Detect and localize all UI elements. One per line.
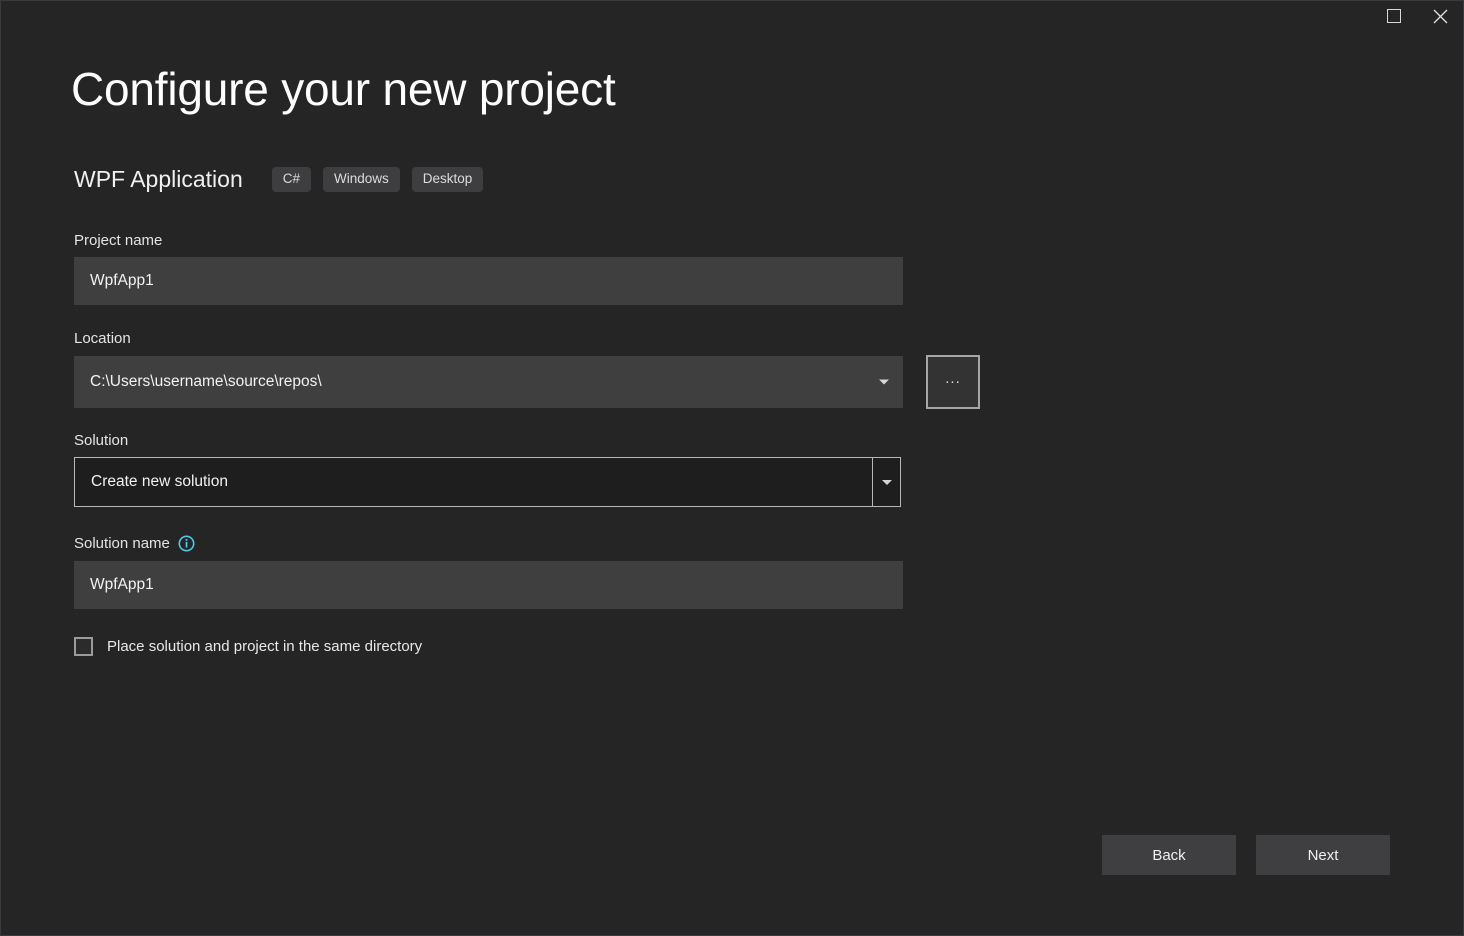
template-name: WPF Application — [74, 168, 243, 191]
chevron-down-icon — [879, 380, 889, 385]
solution-value: Create new solution — [91, 473, 228, 491]
configure-project-dialog: Configure your new project WPF Applicati… — [0, 0, 1464, 936]
info-icon[interactable] — [178, 535, 195, 552]
location-row: C:\Users\username\source\repos\ ... — [74, 355, 994, 409]
same-directory-checkbox[interactable] — [74, 637, 93, 656]
close-icon — [1433, 9, 1448, 24]
browse-location-button[interactable]: ... — [926, 355, 980, 409]
project-name-label: Project name — [74, 233, 994, 248]
solution-name-label-text: Solution name — [74, 536, 170, 551]
maximize-button[interactable] — [1371, 1, 1417, 31]
project-config-form: Project name WpfApp1 Location C:\Users\u… — [74, 233, 994, 656]
title-bar — [1, 1, 1463, 53]
dialog-actions: Back Next — [1102, 835, 1390, 875]
solution-label: Solution — [74, 433, 994, 448]
template-summary: WPF Application C# Windows Desktop — [74, 167, 483, 192]
location-combobox[interactable]: C:\Users\username\source\repos\ — [74, 356, 903, 408]
template-tag-list: C# Windows Desktop — [272, 167, 484, 192]
solution-dropdown-toggle[interactable] — [872, 458, 900, 506]
tag-platform: Windows — [323, 167, 400, 192]
tag-project-type: Desktop — [412, 167, 484, 192]
page-title: Configure your new project — [71, 63, 616, 116]
solution-name-label: Solution name — [74, 535, 994, 552]
tag-language: C# — [272, 167, 311, 192]
solution-combobox[interactable]: Create new solution — [74, 457, 901, 507]
same-directory-label: Place solution and project in the same d… — [107, 639, 422, 654]
project-name-input[interactable]: WpfApp1 — [74, 257, 903, 305]
back-button[interactable]: Back — [1102, 835, 1236, 875]
maximize-icon — [1387, 9, 1401, 23]
same-directory-row[interactable]: Place solution and project in the same d… — [74, 637, 994, 656]
close-button[interactable] — [1417, 1, 1463, 31]
chevron-down-icon — [882, 480, 892, 485]
location-value: C:\Users\username\source\repos\ — [90, 373, 322, 391]
solution-name-input[interactable]: WpfApp1 — [74, 561, 903, 609]
next-button[interactable]: Next — [1256, 835, 1390, 875]
location-label: Location — [74, 331, 994, 346]
